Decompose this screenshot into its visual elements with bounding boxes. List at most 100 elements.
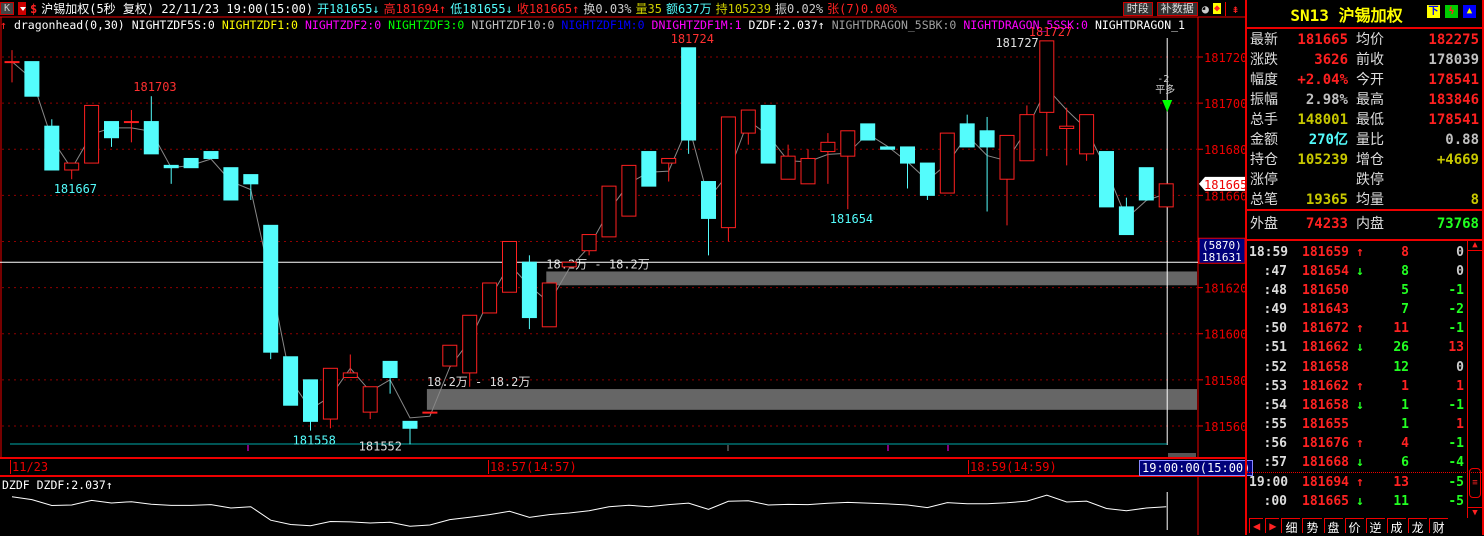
tick-oi-change: -1 bbox=[1448, 283, 1464, 299]
quote-label: 涨跌 bbox=[1250, 52, 1278, 68]
tab-1[interactable]: 势 bbox=[1302, 518, 1322, 535]
alert-icon[interactable]: ◆ bbox=[1212, 3, 1221, 14]
candle-body bbox=[283, 356, 299, 406]
tick-time: :49 bbox=[1263, 302, 1287, 318]
time-cursor-label: 19:00:00(15:00) bbox=[1139, 460, 1254, 476]
period-dropdown[interactable] bbox=[18, 2, 26, 15]
scroll-thumb[interactable]: ≡ bbox=[1469, 468, 1481, 498]
candle bbox=[482, 282, 498, 314]
candle-body bbox=[999, 134, 1015, 180]
period-button[interactable]: 时段 bbox=[1122, 1, 1153, 16]
candle-body bbox=[900, 146, 915, 164]
tab-next-button[interactable]: ▶ bbox=[1265, 518, 1280, 533]
quote-label: 最新 bbox=[1250, 32, 1278, 48]
indicator-0: dragonhead(0,30) bbox=[13, 18, 125, 32]
tick-oi-change: 0 bbox=[1456, 245, 1464, 260]
tick-oi-change: -5 bbox=[1448, 475, 1464, 491]
candle-body bbox=[64, 162, 80, 171]
indicator-10: NIGHTDRAGON_5SSK:0 bbox=[963, 18, 1088, 32]
tab-4[interactable]: 逆 bbox=[1365, 518, 1385, 535]
tick-row: :00 181665 ↓ 11 -5 bbox=[1247, 492, 1482, 511]
candle bbox=[641, 151, 657, 187]
tab-2[interactable]: 盘 bbox=[1323, 518, 1343, 535]
tick-oi-change: 0 bbox=[1456, 359, 1464, 375]
price-chart[interactable]: 1817201817001816801816601816201816001815… bbox=[0, 0, 1245, 535]
candle-body bbox=[1158, 183, 1174, 208]
tick-row: :57 181668 ↓ 6 -4 bbox=[1247, 453, 1482, 472]
tick-volume: 1 bbox=[1401, 397, 1409, 413]
tick-row: :54 181658 ↓ 1 -1 bbox=[1247, 396, 1482, 415]
tick-direction bbox=[1349, 358, 1371, 377]
tick-row: :52 181658 12 0 bbox=[1247, 358, 1482, 377]
tick-time: :55 bbox=[1263, 416, 1287, 432]
scroll-top-icon[interactable]: ▲ bbox=[1463, 5, 1476, 18]
tick-oi-change: 1 bbox=[1456, 378, 1464, 394]
candle-body bbox=[979, 130, 995, 148]
tick-volume: 6 bbox=[1401, 455, 1409, 471]
candle-body bbox=[502, 240, 517, 293]
tick-price: 181662 bbox=[1302, 378, 1349, 394]
quote-value: 8 bbox=[1470, 192, 1479, 208]
scroll-down-button[interactable]: ▼ bbox=[1468, 507, 1482, 518]
flash-icon[interactable]: ϟ bbox=[1445, 5, 1458, 18]
arrow-up-icon: ↑ bbox=[1356, 475, 1364, 491]
tab-prev-button[interactable]: ◀ bbox=[1249, 518, 1264, 533]
candle bbox=[203, 151, 219, 159]
tab-0[interactable]: 细 bbox=[1281, 518, 1301, 535]
tick-volume: 13 bbox=[1393, 475, 1409, 491]
tab-7[interactable]: 财 bbox=[1428, 518, 1448, 535]
candle-body bbox=[521, 261, 537, 319]
candle-body bbox=[24, 61, 40, 97]
signal-label: 平多 bbox=[1155, 83, 1175, 96]
candle-body bbox=[362, 386, 378, 413]
candle-body bbox=[1059, 125, 1075, 129]
tick-row: 18:59 181659 ↑ 8 0 bbox=[1247, 243, 1482, 262]
k-button[interactable]: K bbox=[0, 2, 14, 15]
fill-data-button[interactable]: 补数据 bbox=[1156, 1, 1198, 16]
tick-price: 181668 bbox=[1302, 455, 1349, 471]
pin-icon[interactable]: ⇞ bbox=[1225, 1, 1245, 16]
quote-value: 105239 bbox=[1297, 152, 1348, 168]
settings-icon[interactable]: ◕ bbox=[1202, 2, 1209, 16]
tick-scrollbar[interactable]: ▲ ≡ ▼ bbox=[1467, 240, 1482, 518]
candle bbox=[919, 162, 935, 200]
indicator-7: DNIGHTZDF1M:1 bbox=[651, 18, 742, 32]
candle-body bbox=[701, 181, 716, 219]
quote-label: 均价 bbox=[1356, 32, 1384, 48]
tick-price: 181676 bbox=[1302, 435, 1349, 451]
tick-row: :55 181655 1 1 bbox=[1247, 415, 1482, 434]
tick-volume: 1 bbox=[1401, 416, 1409, 432]
tick-row: :48 181650 5 -1 bbox=[1247, 281, 1482, 300]
candle bbox=[541, 282, 557, 328]
tab-3[interactable]: 价 bbox=[1344, 518, 1364, 535]
tick-volume: 12 bbox=[1393, 359, 1409, 375]
tab-6[interactable]: 龙 bbox=[1407, 518, 1427, 535]
y-tick-label: 181620 bbox=[1204, 282, 1245, 296]
candle-body bbox=[561, 261, 577, 268]
candle-body bbox=[342, 372, 358, 379]
candle bbox=[880, 146, 896, 150]
price-annotation: 181724 bbox=[671, 32, 714, 46]
down-icon[interactable]: 下 bbox=[1427, 5, 1440, 18]
dollar-icon[interactable]: $ bbox=[30, 2, 37, 16]
candle bbox=[521, 255, 537, 330]
candle bbox=[183, 157, 199, 169]
open-value: 开181655↓ bbox=[317, 2, 380, 16]
candle-body bbox=[959, 123, 975, 148]
quote-value bbox=[1390, 170, 1479, 190]
arrow-down-icon: ↓ bbox=[1356, 494, 1364, 510]
candle-body bbox=[4, 61, 20, 64]
candle bbox=[422, 411, 438, 414]
tick-oi-change: -1 bbox=[1448, 435, 1464, 451]
arrow-up-icon[interactable]: ↑ bbox=[0, 18, 7, 32]
tick-row: :47 181654 ↓ 8 0 bbox=[1247, 262, 1482, 281]
indicator-4: NIGHTZDF3:0 bbox=[388, 18, 465, 32]
y-tick-label: 181720 bbox=[1204, 51, 1245, 65]
quote-value: 183846 bbox=[1428, 92, 1479, 108]
price-annotation: 181667 bbox=[54, 182, 97, 196]
last-price-tag-label: 181665 bbox=[1204, 178, 1245, 192]
indicator-9: NIGHTDRAGON_5SBK:0 bbox=[831, 18, 957, 32]
tab-5[interactable]: 成 bbox=[1386, 518, 1406, 535]
candle-body bbox=[641, 151, 657, 187]
scroll-up-button[interactable]: ▲ bbox=[1468, 240, 1482, 251]
